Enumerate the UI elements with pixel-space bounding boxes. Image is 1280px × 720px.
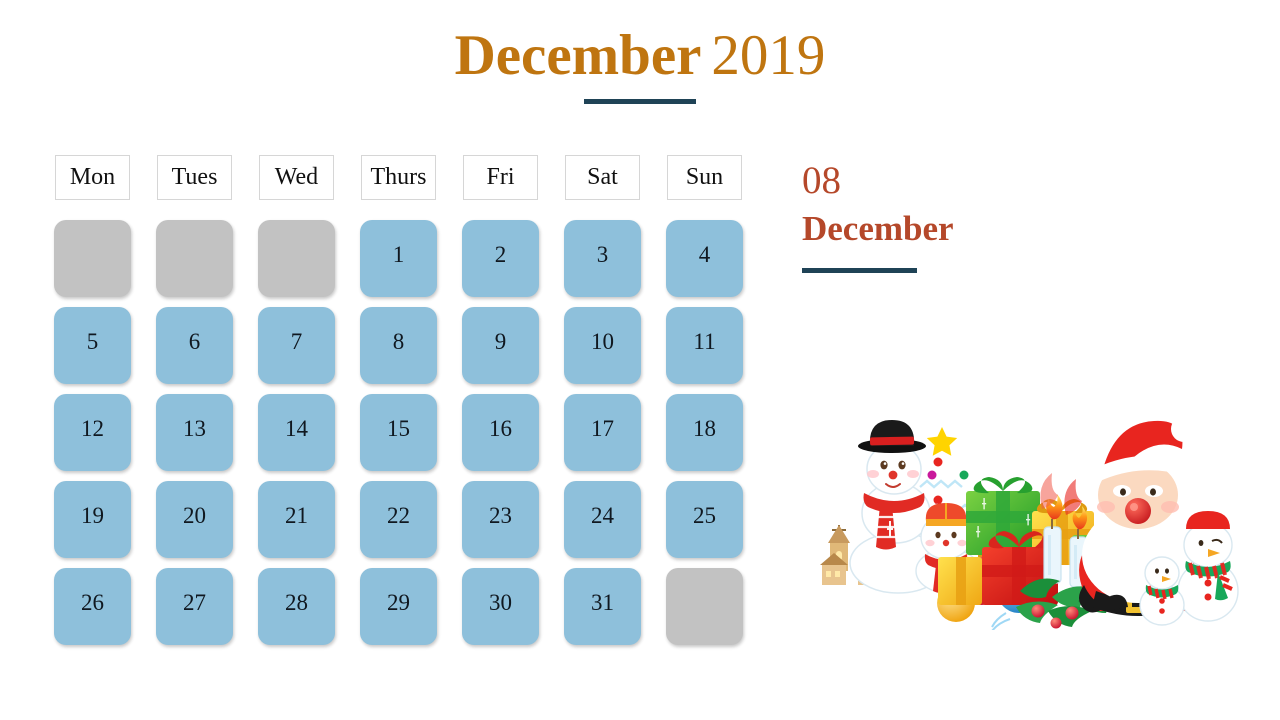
day-number: 15 (387, 415, 410, 441)
day-cell-6[interactable]: 6 (156, 307, 233, 384)
day-number: 30 (489, 589, 512, 615)
day-number: 22 (387, 502, 410, 528)
weekday-header-mon: Mon (55, 155, 130, 200)
day-cell-16[interactable]: 16 (462, 394, 539, 471)
day-cell-25[interactable]: 25 (666, 481, 743, 558)
calendar-grid: Mon Tues Wed Thurs Fri Sat Sun 1 2 3 4 5 6 7 8 9 10 11 12… (54, 155, 754, 655)
day-cell-empty (156, 220, 233, 297)
day-number: 5 (86, 328, 99, 354)
title-text: December 2019 (0, 24, 1280, 88)
day-cell-5[interactable]: 5 (54, 307, 131, 384)
weekday-label: Thurs (370, 164, 427, 190)
day-cell-17[interactable]: 17 (564, 394, 641, 471)
star-icon (926, 427, 958, 456)
day-number: 13 (183, 415, 206, 441)
weekday-header-thurs: Thurs (361, 155, 436, 200)
weekday-label: Fri (486, 164, 515, 190)
weekday-label: Tues (171, 164, 218, 190)
day-number: 17 (591, 415, 614, 441)
title-underline (584, 99, 696, 104)
day-cell-27[interactable]: 27 (156, 568, 233, 645)
day-number: 26 (81, 589, 104, 615)
day-number: 29 (387, 589, 410, 615)
day-cell-20[interactable]: 20 (156, 481, 233, 558)
day-number: 25 (693, 502, 716, 528)
day-cell-10[interactable]: 10 (564, 307, 641, 384)
day-number: 31 (591, 589, 614, 615)
day-cell-30[interactable]: 30 (462, 568, 539, 645)
day-cell-11[interactable]: 11 (666, 307, 743, 384)
day-cell-8[interactable]: 8 (360, 307, 437, 384)
day-cell-2[interactable]: 2 (462, 220, 539, 297)
day-number: 19 (81, 502, 104, 528)
day-number: 18 (693, 415, 716, 441)
day-cell-7[interactable]: 7 (258, 307, 335, 384)
day-cell-28[interactable]: 28 (258, 568, 335, 645)
day-cell-15[interactable]: 15 (360, 394, 437, 471)
day-cell-29[interactable]: 29 (360, 568, 437, 645)
day-cell-21[interactable]: 21 (258, 481, 335, 558)
selected-day-number: 08 (802, 159, 841, 202)
day-cell-3[interactable]: 3 (564, 220, 641, 297)
day-cell-26[interactable]: 26 (54, 568, 131, 645)
page-title: December 2019 (0, 24, 1280, 104)
weekday-header-sat: Sat (565, 155, 640, 200)
day-cell-14[interactable]: 14 (258, 394, 335, 471)
day-cell-22[interactable]: 22 (360, 481, 437, 558)
day-cell-12[interactable]: 12 (54, 394, 131, 471)
day-number: 21 (285, 502, 308, 528)
day-cell-empty (666, 568, 743, 645)
day-number: 20 (183, 502, 206, 528)
day-number: 2 (494, 241, 507, 267)
day-number: 1 (392, 241, 405, 267)
day-cell-24[interactable]: 24 (564, 481, 641, 558)
selected-date-panel: 08 December (802, 160, 1242, 273)
title-month: December (454, 24, 702, 87)
weekday-label: Sun (685, 164, 724, 190)
weekday-header-row: Mon Tues Wed Thurs Fri Sat Sun (54, 155, 754, 200)
day-number: 16 (489, 415, 512, 441)
day-cell-1[interactable]: 1 (360, 220, 437, 297)
day-number: 6 (188, 328, 201, 354)
day-number: 27 (183, 589, 206, 615)
day-number: 14 (285, 415, 308, 441)
weekday-header-fri: Fri (463, 155, 538, 200)
day-number: 28 (285, 589, 308, 615)
day-number: 10 (591, 328, 614, 354)
selected-month-name: December (802, 209, 954, 248)
title-year: 2019 (711, 24, 826, 87)
day-number: 24 (591, 502, 614, 528)
day-cell-23[interactable]: 23 (462, 481, 539, 558)
selected-date-underline (802, 268, 917, 273)
day-cell-empty (258, 220, 335, 297)
day-number: 7 (290, 328, 303, 354)
weekday-label: Mon (69, 164, 116, 190)
day-cell-31[interactable]: 31 (564, 568, 641, 645)
day-cell-13[interactable]: 13 (156, 394, 233, 471)
day-cell-18[interactable]: 18 (666, 394, 743, 471)
weekday-label: Wed (274, 164, 319, 190)
day-cell-empty (54, 220, 131, 297)
day-number: 9 (494, 328, 507, 354)
day-cell-19[interactable]: 19 (54, 481, 131, 558)
day-number: 12 (81, 415, 104, 441)
weekday-header-tues: Tues (157, 155, 232, 200)
day-cell-grid: 1 2 3 4 5 6 7 8 9 10 11 12 13 14 15 16 17 18 19 20 21 22 23 24 2… (54, 220, 754, 655)
weekday-header-wed: Wed (259, 155, 334, 200)
day-number: 3 (596, 241, 609, 267)
day-number: 4 (698, 241, 711, 267)
christmas-illustration (820, 415, 1240, 630)
day-number: 23 (489, 502, 512, 528)
day-number: 11 (693, 328, 716, 354)
day-cell-4[interactable]: 4 (666, 220, 743, 297)
weekday-label: Sat (587, 164, 618, 190)
day-number: 8 (392, 328, 405, 354)
day-cell-9[interactable]: 9 (462, 307, 539, 384)
weekday-header-sun: Sun (667, 155, 742, 200)
